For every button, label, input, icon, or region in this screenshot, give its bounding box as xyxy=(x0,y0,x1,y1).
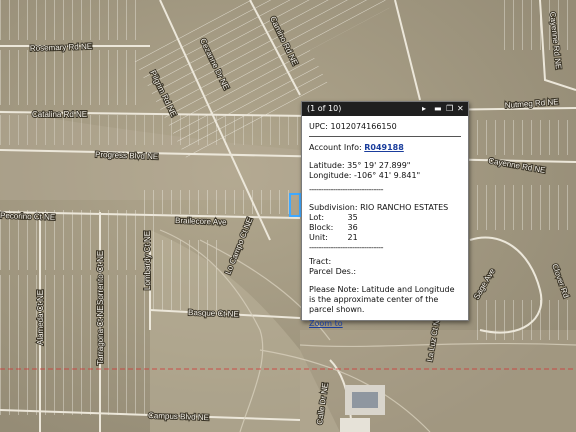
unit-row: Unit: 21 xyxy=(309,233,461,243)
road-label-brailecore: Brailecore Ave xyxy=(175,216,227,227)
unit-label: Unit: xyxy=(309,233,328,242)
lot-label: Lot: xyxy=(309,213,325,222)
separator-2: ------------------------------- xyxy=(309,243,384,252)
longitude-value: -106° 41' 9.841" xyxy=(354,171,421,180)
road-label-pecorino: Pecorino Ct NE xyxy=(0,211,55,222)
maximize-icon[interactable]: ❐ xyxy=(446,102,453,116)
close-icon[interactable]: ✕ xyxy=(457,102,464,116)
account-label: Account Info: xyxy=(309,143,362,152)
upc-label: UPC: xyxy=(309,122,328,131)
upc-value: 1012074166150 xyxy=(330,122,397,131)
road-label-catalina: Catalina Rd NE xyxy=(32,110,87,119)
separator-1: ------------------------------- xyxy=(309,185,384,194)
parcel-info-popup: (1 of 10) ▸ ▬ ❐ ✕ UPC: 1012074166150 Acc… xyxy=(301,101,469,328)
latitude-value: 35° 19' 27.899" xyxy=(347,161,411,170)
account-link[interactable]: R049188 xyxy=(364,143,404,152)
road-label-lombardy: Lombardy Ct NE xyxy=(143,231,152,290)
popup-title: (1 of 10) xyxy=(307,104,342,113)
road-label-tarragona: Tarragona Ct NE xyxy=(96,305,105,365)
minimize-icon[interactable]: ▬ xyxy=(434,102,442,116)
popup-title-bar: (1 of 10) ▸ ▬ ❐ ✕ xyxy=(302,102,468,116)
lot-value: 35 xyxy=(347,213,358,222)
lot-row: Lot: 35 xyxy=(309,213,461,223)
road-label-sorrento: Sorrento Ct NE xyxy=(96,251,105,305)
road-label-alameda: Alameda Ct NE xyxy=(36,290,45,345)
location-note: Please Note: Latitude and Longitude is t… xyxy=(309,285,455,314)
unit-value: 21 xyxy=(347,233,358,242)
popup-divider xyxy=(309,136,461,137)
subdivision-value: RIO RANCHO ESTATES xyxy=(360,203,449,212)
longitude-row: Longitude: -106° 41' 9.841" xyxy=(309,171,461,181)
latitude-label: Latitude: xyxy=(309,161,345,170)
block-label: Block: xyxy=(309,223,334,232)
subdivision-label: Subdivision: xyxy=(309,203,358,212)
block-row: Block: 36 xyxy=(309,223,461,233)
account-row: Account Info: R049188 xyxy=(309,143,461,153)
latitude-row: Latitude: 35° 19' 27.899" xyxy=(309,161,461,171)
block-value: 36 xyxy=(347,223,358,232)
upc-row: UPC: 1012074166150 xyxy=(309,122,461,132)
longitude-label: Longitude: xyxy=(309,171,352,180)
aerial-parcel-map[interactable]: Rosemary Rd NE Cezanne Dr NE Camino Rd N… xyxy=(0,0,576,432)
zoom-to-link[interactable]: Zoom to xyxy=(309,319,343,328)
tract-label: Tract: xyxy=(309,257,332,266)
popup-content: UPC: 1012074166150 Account Info: R049188… xyxy=(302,116,468,329)
subdivision-row: Subdivision: RIO RANCHO ESTATES xyxy=(309,203,461,213)
road-label-basque: Basque Ct NE xyxy=(188,308,239,319)
next-feature-icon[interactable]: ▸ xyxy=(422,102,426,116)
parcel-des-label: Parcel Des.: xyxy=(309,267,357,276)
